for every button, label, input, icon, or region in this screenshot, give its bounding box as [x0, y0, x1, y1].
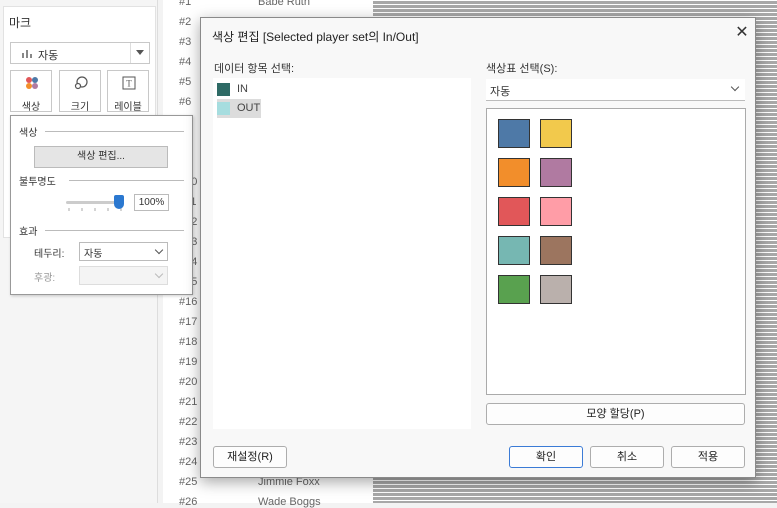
color-section-heading: 색상 — [19, 128, 38, 139]
row-number: #19 — [179, 356, 198, 368]
chevron-down-icon — [154, 245, 164, 255]
chevron-down-icon — [730, 82, 740, 92]
palette-color-swatch[interactable] — [540, 236, 572, 265]
data-items-label: 데이터 항목 선택: — [214, 63, 295, 75]
row-number: #24 — [179, 456, 198, 468]
reset-button[interactable]: 재설정(R) — [213, 446, 287, 468]
player-name: Wade Boggs — [258, 496, 321, 508]
row-number: #1 — [179, 0, 192, 8]
row-number: #22 — [179, 416, 198, 428]
mark-type-label: 자동 — [38, 50, 59, 62]
data-item-label: IN — [237, 83, 248, 95]
palette-label: 색상표 선택(S): — [486, 63, 558, 75]
color-icon — [26, 77, 38, 89]
data-items-list: IN OUT — [213, 78, 471, 429]
data-item-in[interactable]: IN — [217, 80, 261, 99]
out-color-swatch — [217, 102, 230, 115]
size-icon — [74, 76, 88, 90]
effects-section-heading: 효과 — [19, 227, 38, 238]
ok-button[interactable]: 확인 — [509, 446, 583, 468]
in-color-swatch — [217, 83, 230, 96]
palette-color-swatch[interactable] — [540, 275, 572, 304]
row-number: #26 — [179, 496, 198, 508]
dropdown-arrow-icon — [136, 50, 144, 55]
row-number: #6 — [179, 96, 192, 108]
chevron-down-icon — [154, 269, 164, 279]
row-number: #2 — [179, 16, 192, 28]
row-number: #25 — [179, 476, 198, 488]
palette-color-swatch[interactable] — [540, 119, 572, 148]
palette-color-swatch[interactable] — [498, 158, 530, 187]
row-number: #17 — [179, 316, 198, 328]
palette-color-swatch[interactable] — [540, 158, 572, 187]
data-item-label: OUT — [237, 102, 261, 114]
palette-value: 자동 — [490, 86, 511, 98]
row-number: #5 — [179, 76, 192, 88]
row-number: #20 — [179, 376, 198, 388]
opacity-section-heading: 불투명도 — [19, 177, 56, 188]
palette-color-swatch[interactable] — [540, 197, 572, 226]
opacity-slider-track[interactable] — [66, 201, 121, 204]
row-number: #3 — [179, 36, 192, 48]
apply-button[interactable]: 적용 — [671, 446, 745, 468]
marks-title: 마크 — [9, 16, 32, 30]
svg-text:T: T — [126, 79, 132, 89]
row-number: #21 — [179, 396, 198, 408]
size-button-label: 크기 — [70, 102, 90, 113]
color-popup: 색상 색상 편집... 불투명도 100% 효과 테두리: 자동 후광: — [10, 115, 193, 295]
border-label: 테두리: — [34, 249, 65, 260]
opacity-ticks — [68, 208, 122, 211]
palette-dropdown[interactable]: 자동 — [486, 79, 745, 101]
color-button[interactable]: 색상 — [10, 70, 52, 113]
label-button[interactable]: T 레이블 — [107, 70, 149, 113]
palette-color-swatch[interactable] — [498, 236, 530, 265]
edit-colors-dialog: 색상 편집 [Selected player set의 In/Out] ✕ 데이… — [200, 17, 756, 478]
dialog-title: 색상 편집 [Selected player set의 In/Out] — [212, 30, 419, 44]
row-number: #4 — [179, 56, 192, 68]
bar-chart-icon — [22, 50, 32, 58]
data-item-out[interactable]: OUT — [217, 99, 261, 118]
palette-color-swatch[interactable] — [498, 275, 530, 304]
border-value: 자동 — [84, 249, 103, 260]
row-number: #18 — [179, 336, 198, 348]
size-button[interactable]: 크기 — [59, 70, 101, 113]
close-icon[interactable]: ✕ — [733, 24, 751, 42]
halo-dropdown — [79, 266, 168, 285]
divider — [45, 131, 184, 132]
color-button-label: 색상 — [21, 102, 41, 113]
cancel-button[interactable]: 취소 — [590, 446, 664, 468]
halo-label: 후광: — [34, 273, 56, 284]
label-icon: T — [122, 76, 136, 90]
border-dropdown[interactable]: 자동 — [79, 242, 168, 261]
row-number: #23 — [179, 436, 198, 448]
row-number: #16 — [179, 296, 198, 308]
mark-type-dropdown[interactable]: 자동 — [10, 42, 150, 64]
player-name: Babe Ruth — [258, 0, 310, 8]
opacity-value-field[interactable]: 100% — [134, 194, 169, 211]
palette-color-swatch[interactable] — [498, 119, 530, 148]
divider — [45, 230, 184, 231]
divider — [69, 180, 184, 181]
label-button-label: 레이블 — [114, 102, 142, 113]
palette-color-swatch[interactable] — [498, 197, 530, 226]
opacity-slider-thumb[interactable] — [114, 195, 124, 209]
palette-swatches — [486, 108, 746, 395]
assign-palette-button[interactable]: 모양 할당(P) — [486, 403, 745, 425]
edit-colors-button[interactable]: 색상 편집... — [34, 146, 168, 168]
